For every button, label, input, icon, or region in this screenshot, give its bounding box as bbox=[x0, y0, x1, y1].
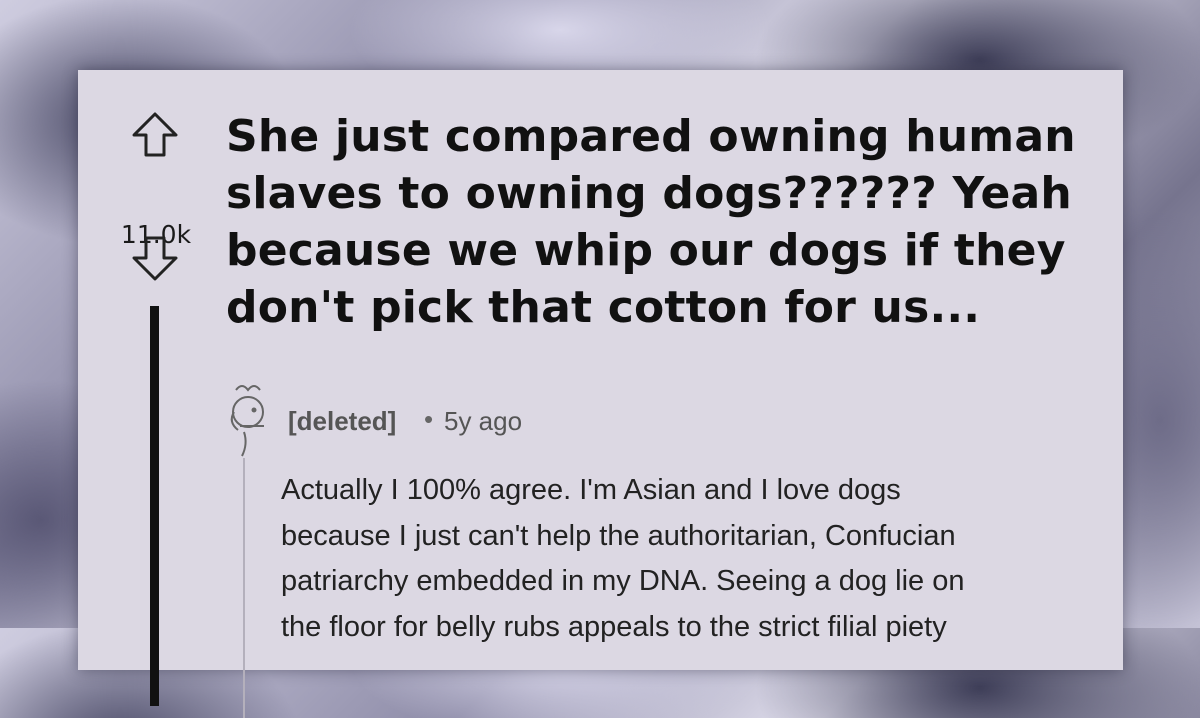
comment-thread-line[interactable] bbox=[243, 458, 245, 718]
comment-line: patriarchy embedded in my DNA. Seeing a … bbox=[281, 565, 965, 597]
thread-line[interactable] bbox=[150, 306, 159, 706]
post-card: 11.0k She just compared owning human sla… bbox=[78, 70, 1123, 718]
upvote-arrow-icon[interactable] bbox=[130, 110, 180, 160]
comment-line: the floor for belly rubs appeals to the … bbox=[281, 610, 947, 643]
comment-line: because I just can't help the authoritar… bbox=[281, 519, 956, 552]
downvote-arrow-icon[interactable] bbox=[130, 233, 180, 283]
deleted-user-avatar-icon bbox=[230, 385, 264, 457]
comment-body: Actually I 100% agree. I'm Asian and I l… bbox=[281, 468, 1081, 650]
comment-timestamp: 5y ago bbox=[444, 406, 523, 436]
comment-line: Actually I 100% agree. I'm Asian and I l… bbox=[281, 474, 901, 506]
comment-header: [deleted] • 5y ago bbox=[224, 382, 824, 457]
meta-separator: • bbox=[424, 404, 434, 434]
comment-username[interactable]: [deleted] bbox=[288, 406, 396, 437]
post-title: She just compared owning human slaves to… bbox=[226, 111, 1076, 333]
